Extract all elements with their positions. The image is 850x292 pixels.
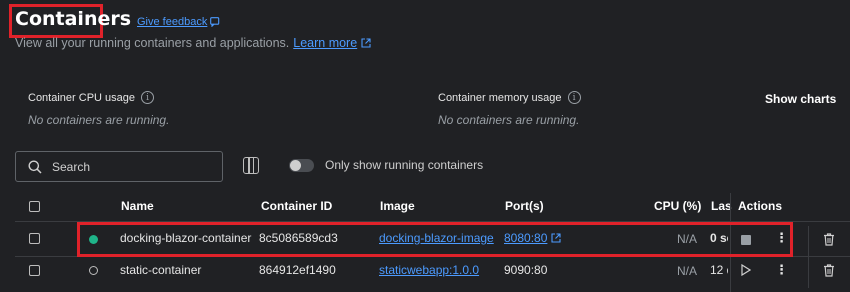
cpu-usage-heading: Container CPU usage i — [28, 91, 155, 104]
more-actions-icon[interactable]: ⋮ — [775, 262, 788, 278]
row-checkbox[interactable] — [29, 265, 40, 276]
play-icon[interactable] — [741, 264, 751, 276]
select-all-checkbox[interactable] — [29, 201, 40, 212]
column-header-actions: Actions — [738, 199, 783, 213]
container-id: 864912ef1490 — [259, 263, 336, 277]
row-highlight — [77, 222, 793, 257]
port-value: 9090:80 — [504, 263, 548, 277]
image-link[interactable]: staticwebapp:1.0.0 — [379, 263, 479, 277]
stopped-status-icon — [89, 266, 98, 275]
external-link-icon — [361, 38, 371, 48]
memory-usage-heading: Container memory usage i — [438, 91, 581, 104]
column-header-ports[interactable]: Port(s) — [505, 199, 544, 213]
search-icon — [28, 160, 42, 174]
cpu-usage-empty: No containers are running. — [28, 113, 170, 127]
page-title: Containers — [15, 8, 132, 30]
learn-more-link[interactable]: Learn more — [293, 36, 357, 50]
last-started: 12 d — [710, 263, 728, 277]
search-input[interactable]: Search — [15, 151, 223, 182]
column-header-image[interactable]: Image — [380, 199, 415, 213]
give-feedback-label: Give feedback — [137, 16, 208, 28]
info-icon[interactable]: i — [141, 91, 155, 104]
toggle-knob — [290, 160, 301, 171]
cpu-value: N/A — [677, 264, 698, 278]
search-placeholder: Search — [52, 159, 91, 174]
column-header-last-started[interactable]: Las — [711, 199, 732, 213]
info-icon[interactable]: i — [567, 91, 581, 104]
memory-usage-empty: No containers are running. — [438, 113, 580, 127]
column-header-cpu[interactable]: CPU (%) — [654, 199, 701, 213]
feedback-icon — [210, 17, 220, 27]
trash-icon[interactable] — [823, 264, 835, 277]
column-header-container-id[interactable]: Container ID — [261, 199, 332, 213]
page-subtitle: View all your running containers and app… — [15, 36, 371, 50]
column-header-name[interactable]: Name — [121, 199, 154, 213]
delete-column-divider — [808, 226, 809, 288]
running-only-toggle[interactable] — [289, 159, 314, 172]
columns-icon[interactable] — [243, 157, 259, 174]
subtitle-text: View all your running containers and app… — [15, 36, 290, 50]
running-only-label: Only show running containers — [325, 158, 484, 172]
container-name[interactable]: static-container — [120, 263, 201, 277]
show-charts-button[interactable]: Show charts — [765, 92, 836, 106]
row-checkbox[interactable] — [29, 233, 40, 244]
trash-icon[interactable] — [823, 233, 835, 246]
cpu-usage-label: Container CPU usage — [28, 91, 136, 104]
memory-usage-label: Container memory usage — [438, 91, 562, 104]
give-feedback-link[interactable]: Give feedback — [137, 16, 220, 28]
